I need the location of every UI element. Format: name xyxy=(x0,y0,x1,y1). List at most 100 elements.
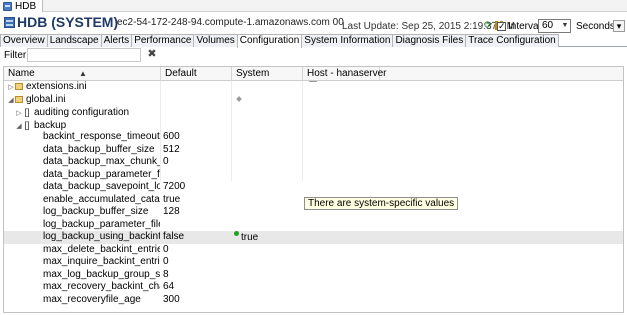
table-row[interactable]: data_backup_max_chunk_size0 xyxy=(4,156,623,169)
table-row[interactable]: max_inquire_backint_entries 0 xyxy=(4,256,623,269)
table-row[interactable]: max_recoveryfile_age 300 xyxy=(4,294,623,307)
collapse-icon[interactable]: ◢ xyxy=(7,95,15,107)
tab-trace-configuration[interactable]: Trace Configuration xyxy=(465,34,559,47)
table-row[interactable]: ▷ extensions.ini xyxy=(4,81,623,94)
editor-tab-bar: HDB xyxy=(0,0,627,12)
cell-default xyxy=(161,81,231,94)
tab-volumes[interactable]: Volumes xyxy=(193,34,238,47)
parameter-name: data_backup_parameter_file xyxy=(43,168,160,180)
cell-host[interactable] xyxy=(303,144,379,157)
section-icon: [] xyxy=(24,107,30,117)
system-header: HDB (SYSTEM) ec2-54-172-248-94.compute-1… xyxy=(0,12,627,34)
table-row[interactable]: max_recovery_backint_channels64 xyxy=(4,281,623,294)
cell-system[interactable] xyxy=(232,206,302,219)
cell-default xyxy=(161,94,231,107)
cell-default: 7200 xyxy=(163,181,186,192)
cell-default xyxy=(161,219,231,232)
cell-system[interactable] xyxy=(232,294,302,307)
cell-name: ▷[] auditing configuration xyxy=(4,106,160,119)
table-row[interactable]: ◢[] backup xyxy=(4,119,623,132)
cell-name: log_backup_buffer_size xyxy=(4,206,160,219)
cell-host[interactable] xyxy=(303,294,379,307)
cell-host[interactable] xyxy=(303,131,379,144)
cell-default: 600 xyxy=(163,131,180,142)
table-row[interactable]: log_backup_using_backint false true xyxy=(4,231,623,244)
table-row[interactable]: data_backup_savepoint_lock_tim7200 xyxy=(4,181,623,194)
column-header-host[interactable]: Host - hanaserver xyxy=(303,67,386,81)
tab-configuration[interactable]: Configuration xyxy=(236,34,303,48)
refresh-icon[interactable]: ⟳ xyxy=(484,21,494,31)
expand-icon[interactable]: ▷ xyxy=(7,82,15,94)
table-row[interactable]: data_backup_parameter_file xyxy=(4,169,623,182)
cell-system[interactable] xyxy=(232,244,302,257)
system-title: HDB (SYSTEM) xyxy=(17,14,119,30)
chevron-down-icon[interactable]: ▼ xyxy=(561,21,569,31)
cell-system[interactable] xyxy=(232,281,302,294)
tab-system-information[interactable]: System Information xyxy=(301,34,394,47)
column-header-system[interactable]: System xyxy=(232,67,303,81)
cell-system[interactable] xyxy=(232,269,302,282)
cell-host[interactable] xyxy=(303,256,379,269)
table-row[interactable]: log_backup_parameter_file xyxy=(4,219,623,232)
host-name: ec2-54-172-248-94.compute-1.amazonaws.co… xyxy=(117,17,344,28)
table-row[interactable]: backint_response_timeout 600 xyxy=(4,131,623,144)
editor-tab-hdb[interactable]: HDB xyxy=(0,0,44,12)
cell-system[interactable] xyxy=(232,131,302,144)
cell-system[interactable] xyxy=(232,144,302,157)
parameter-name: max_log_backup_group_size xyxy=(43,268,160,280)
cell-host[interactable] xyxy=(303,244,379,257)
cell-system[interactable] xyxy=(232,181,302,194)
cell-system[interactable] xyxy=(232,81,302,94)
cell-host[interactable] xyxy=(303,81,379,94)
cell-host[interactable] xyxy=(303,231,379,244)
cell-default: 0 xyxy=(163,243,169,255)
column-header-default[interactable]: Default xyxy=(161,67,232,81)
cell-default xyxy=(161,106,231,119)
cell-system[interactable] xyxy=(232,169,302,182)
parameter-name: log_backup_parameter_file xyxy=(43,218,160,230)
table-row[interactable]: data_backup_buffer_size 512 xyxy=(4,144,623,157)
cell-system[interactable] xyxy=(232,194,302,207)
clear-filter-icon[interactable]: ✖ xyxy=(146,48,158,60)
more-options-icon[interactable]: ▾ xyxy=(613,20,625,32)
cell-system[interactable] xyxy=(232,156,302,169)
table-row[interactable]: max_log_backup_group_size8 xyxy=(4,269,623,282)
cell-system[interactable] xyxy=(232,106,302,119)
collapse-icon[interactable]: ◢ xyxy=(15,121,23,132)
table-row[interactable]: max_delete_backint_entries 0 xyxy=(4,244,623,257)
expand-icon[interactable]: ▷ xyxy=(15,108,23,119)
cell-system[interactable]: true xyxy=(232,231,302,244)
cell-host[interactable] xyxy=(303,269,379,282)
table-body: ▷ extensions.ini ◢ global.ini ▷[] auditing co… xyxy=(4,81,623,306)
cell-system[interactable] xyxy=(232,94,302,107)
system-value: true xyxy=(241,232,259,243)
cell-host[interactable] xyxy=(303,169,379,182)
cell-system[interactable] xyxy=(232,219,302,232)
ini-file-icon xyxy=(15,95,23,103)
cell-host[interactable] xyxy=(303,181,379,194)
parameter-name: extensions.ini xyxy=(26,81,87,92)
tab-diagnosis-files[interactable]: Diagnosis Files xyxy=(392,34,467,47)
tab-performance[interactable]: Performance xyxy=(131,34,195,47)
cell-host[interactable] xyxy=(303,219,379,232)
cell-host[interactable] xyxy=(303,119,379,132)
filter-bar: Filter: ✖ xyxy=(0,47,627,63)
tab-overview[interactable]: Overview xyxy=(0,34,48,47)
cell-system[interactable] xyxy=(232,256,302,269)
interval-value: 60 xyxy=(542,20,554,31)
system-icon xyxy=(4,17,15,28)
interval-checkbox[interactable]: ✓ xyxy=(497,22,506,31)
cell-host[interactable] xyxy=(303,156,379,169)
interval-select[interactable]: 60 ▼ xyxy=(538,19,571,33)
table-row[interactable]: ◢ global.ini xyxy=(4,94,623,107)
cell-host[interactable] xyxy=(303,281,379,294)
cell-system[interactable] xyxy=(232,119,302,132)
tab-landscape[interactable]: Landscape xyxy=(46,34,102,47)
table-row[interactable]: ▷[] auditing configuration xyxy=(4,106,623,119)
parameter-name: max_delete_backint_entries xyxy=(43,243,160,255)
filter-input[interactable] xyxy=(27,48,141,62)
cell-host[interactable] xyxy=(303,94,379,107)
cell-host[interactable] xyxy=(303,106,379,119)
tab-alerts[interactable]: Alerts xyxy=(100,34,133,47)
filter-label: Filter: xyxy=(4,50,29,61)
